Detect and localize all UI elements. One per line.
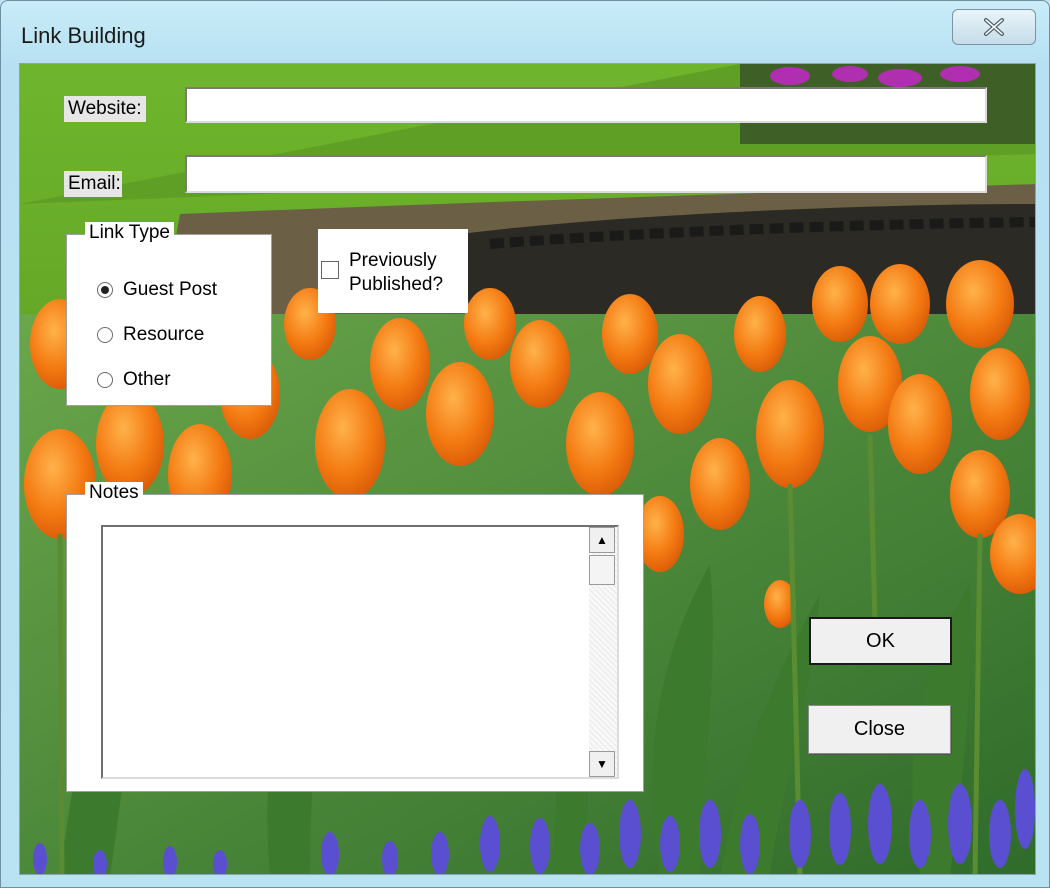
window-title: Link Building: [21, 23, 146, 48]
website-label: Website:: [64, 96, 146, 122]
radio-label-resource: Resource: [123, 324, 205, 345]
scroll-down-arrow-icon[interactable]: ▼: [589, 751, 615, 777]
dialog-window: Link Building Website: Email: Link Type …: [0, 0, 1050, 888]
website-input[interactable]: [185, 87, 987, 123]
email-input[interactable]: [185, 155, 987, 193]
link-type-legend: Link Type: [85, 222, 174, 244]
previously-published-label: Previously Published?: [349, 250, 444, 295]
radio-button[interactable]: [97, 327, 113, 343]
radio-guest-post[interactable]: Guest Post: [97, 279, 217, 301]
previously-published-checkbox-area[interactable]: Previously Published?: [318, 229, 468, 313]
title-bar[interactable]: Link Building: [1, 1, 1049, 63]
notes-textarea[interactable]: ▲ ▼: [101, 525, 619, 779]
radio-button-selected[interactable]: [97, 282, 113, 298]
radio-other[interactable]: Other: [97, 369, 171, 391]
scrollbar-thumb[interactable]: [589, 555, 615, 585]
radio-resource[interactable]: Resource: [97, 324, 204, 346]
ok-button[interactable]: OK: [809, 617, 952, 665]
link-type-frame: Link Type Guest Post Resource Other: [66, 222, 272, 406]
notes-legend: Notes: [85, 482, 143, 504]
notes-frame: Notes ▲ ▼: [66, 482, 644, 792]
form-client-area: Website: Email: Link Type Guest Post Res…: [19, 63, 1036, 875]
notes-scrollbar[interactable]: ▲ ▼: [589, 527, 617, 777]
previously-published-checkbox[interactable]: [321, 261, 339, 279]
close-icon: [984, 18, 1004, 36]
radio-button[interactable]: [97, 372, 113, 388]
close-button[interactable]: Close: [808, 705, 951, 754]
scroll-up-arrow-icon[interactable]: ▲: [589, 527, 615, 553]
radio-label-guest-post: Guest Post: [123, 279, 217, 300]
radio-label-other: Other: [123, 369, 171, 390]
email-label: Email:: [64, 171, 122, 197]
window-close-button[interactable]: [952, 9, 1036, 45]
